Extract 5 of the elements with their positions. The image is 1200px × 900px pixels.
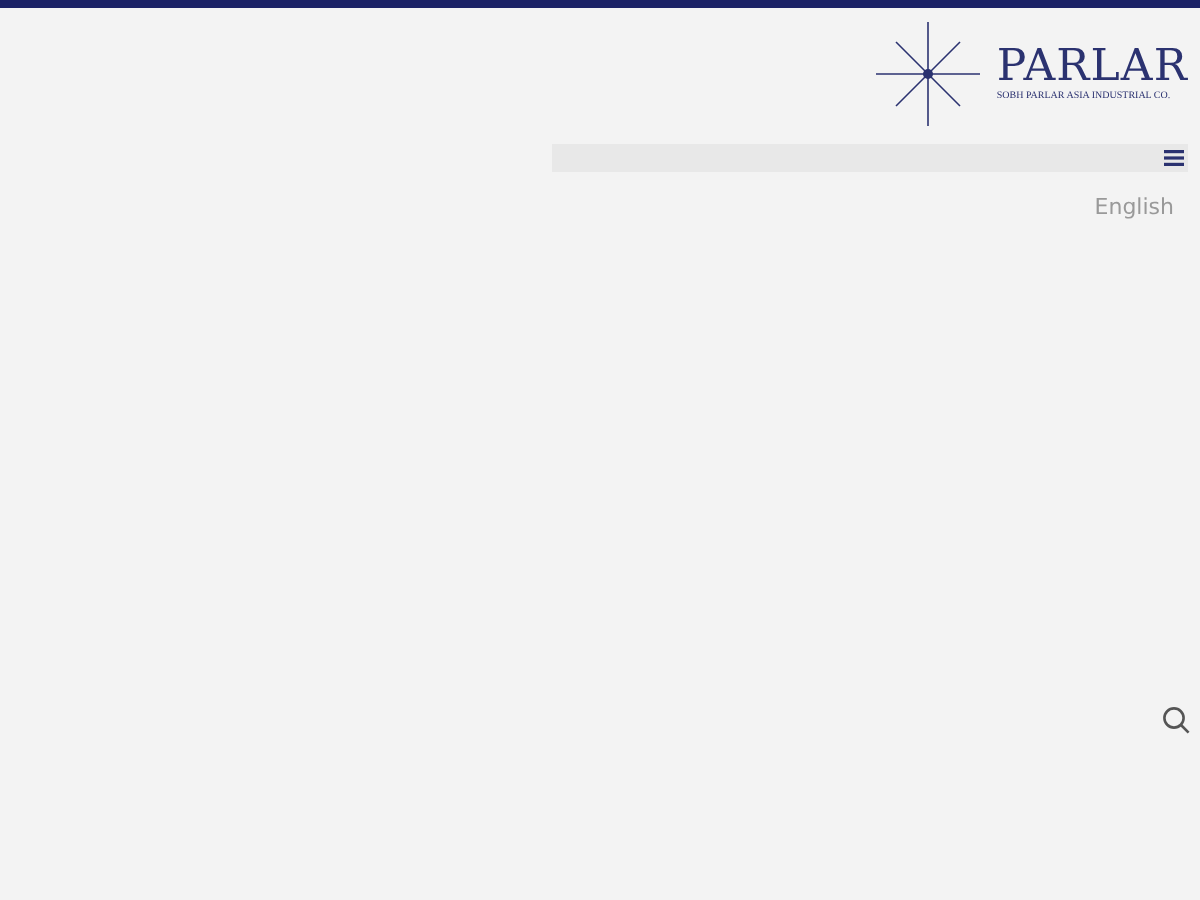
star-logo-icon	[876, 22, 981, 126]
search-icon[interactable]	[1162, 705, 1190, 733]
menu-icon[interactable]	[1164, 150, 1184, 166]
language-link[interactable]: English	[1094, 192, 1174, 225]
brand-name: PARLAR	[996, 44, 1188, 92]
